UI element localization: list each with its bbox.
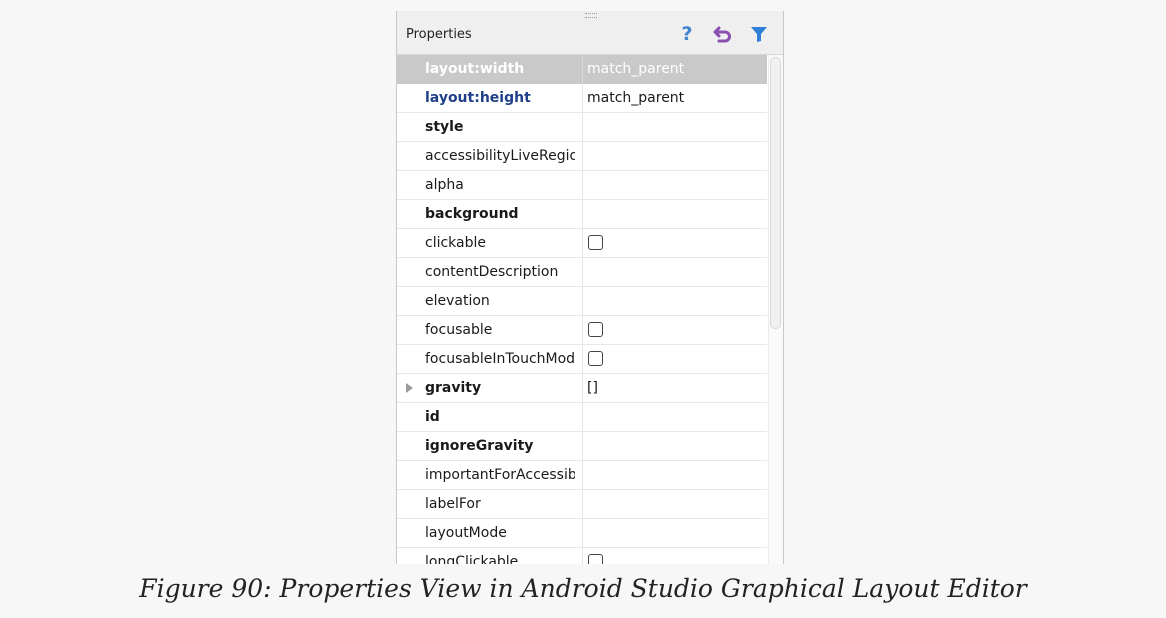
property-row[interactable]: focusableInTouchMode bbox=[397, 345, 767, 374]
property-name: contentDescription bbox=[425, 264, 559, 280]
property-checkbox[interactable] bbox=[588, 554, 603, 564]
property-row[interactable]: contentDescription bbox=[397, 258, 767, 287]
property-name: layoutMode bbox=[425, 525, 507, 541]
column-divider bbox=[582, 113, 583, 141]
property-name: alpha bbox=[425, 177, 464, 193]
property-name: gravity bbox=[425, 380, 482, 396]
property-value[interactable] bbox=[587, 258, 763, 286]
column-divider bbox=[582, 84, 583, 112]
property-value[interactable] bbox=[587, 461, 763, 489]
column-divider bbox=[582, 432, 583, 460]
figure-caption: Figure 90: Properties View in Android St… bbox=[139, 574, 1027, 603]
property-value[interactable] bbox=[587, 403, 763, 431]
properties-panel: Properties ? layout:width match_parent lay… bbox=[396, 11, 784, 564]
column-divider bbox=[582, 200, 583, 228]
property-row[interactable]: background bbox=[397, 200, 767, 229]
property-row[interactable]: layoutMode bbox=[397, 519, 767, 548]
property-row[interactable]: longClickable bbox=[397, 548, 767, 564]
property-name: focusableInTouchMode bbox=[425, 351, 575, 367]
property-name: ignoreGravity bbox=[425, 438, 534, 454]
drag-handle[interactable] bbox=[585, 13, 597, 18]
property-value[interactable] bbox=[587, 432, 763, 460]
property-name: background bbox=[425, 206, 519, 222]
property-row[interactable]: id bbox=[397, 403, 767, 432]
property-value[interactable] bbox=[587, 171, 763, 199]
property-checkbox[interactable] bbox=[588, 235, 603, 250]
property-row[interactable]: labelFor bbox=[397, 490, 767, 519]
property-name: id bbox=[425, 409, 440, 425]
column-divider bbox=[582, 548, 583, 564]
property-value[interactable] bbox=[587, 490, 763, 518]
property-row[interactable]: style bbox=[397, 113, 767, 142]
panel-title: Properties bbox=[406, 27, 472, 42]
column-divider bbox=[582, 345, 583, 373]
property-name: focusable bbox=[425, 322, 493, 338]
properties-table: layout:width match_parent layout:height mat… bbox=[397, 55, 767, 564]
restore-default-icon[interactable] bbox=[713, 24, 733, 44]
property-name: clickable bbox=[425, 235, 487, 251]
filter-icon[interactable] bbox=[749, 24, 769, 44]
property-row[interactable]: alpha bbox=[397, 171, 767, 200]
vertical-scrollbar[interactable] bbox=[768, 55, 783, 564]
property-row[interactable]: layout:height match_parent bbox=[397, 84, 767, 113]
property-row[interactable]: importantForAccessibility bbox=[397, 461, 767, 490]
column-divider bbox=[582, 171, 583, 199]
property-row[interactable]: gravity [] bbox=[397, 374, 767, 403]
property-name: longClickable bbox=[425, 554, 519, 564]
property-row[interactable]: layout:width match_parent bbox=[397, 55, 767, 84]
column-divider bbox=[582, 316, 583, 344]
properties-header: Properties ? bbox=[397, 11, 783, 55]
property-value[interactable]: [] bbox=[587, 374, 763, 402]
column-divider bbox=[582, 374, 583, 402]
scroll-thumb[interactable] bbox=[770, 57, 781, 329]
property-row[interactable]: ignoreGravity bbox=[397, 432, 767, 461]
property-row[interactable]: focusable bbox=[397, 316, 767, 345]
property-value[interactable]: match_parent bbox=[587, 55, 763, 83]
column-divider bbox=[582, 142, 583, 170]
property-name: accessibilityLiveRegion bbox=[425, 148, 575, 164]
property-name: elevation bbox=[425, 293, 490, 309]
help-icon[interactable]: ? bbox=[677, 23, 697, 45]
column-divider bbox=[582, 403, 583, 431]
property-name: labelFor bbox=[425, 496, 481, 512]
column-divider bbox=[582, 461, 583, 489]
property-name: layout:height bbox=[425, 90, 531, 106]
property-row[interactable]: clickable bbox=[397, 229, 767, 258]
property-checkbox[interactable] bbox=[588, 322, 603, 337]
property-value[interactable] bbox=[587, 142, 763, 170]
property-name: importantForAccessibility bbox=[425, 467, 575, 483]
property-name: layout:width bbox=[425, 61, 525, 77]
property-value[interactable]: match_parent bbox=[587, 84, 763, 112]
property-checkbox[interactable] bbox=[588, 351, 603, 366]
property-value[interactable] bbox=[587, 200, 763, 228]
column-divider bbox=[582, 258, 583, 286]
property-name: style bbox=[425, 119, 464, 135]
expand-arrow-icon[interactable] bbox=[406, 383, 413, 393]
column-divider bbox=[582, 229, 583, 257]
column-divider bbox=[582, 55, 583, 83]
column-divider bbox=[582, 490, 583, 518]
column-divider bbox=[582, 287, 583, 315]
property-row[interactable]: accessibilityLiveRegion bbox=[397, 142, 767, 171]
property-value[interactable] bbox=[587, 519, 763, 547]
property-value[interactable] bbox=[587, 113, 763, 141]
column-divider bbox=[582, 519, 583, 547]
property-value[interactable] bbox=[587, 287, 763, 315]
property-row[interactable]: elevation bbox=[397, 287, 767, 316]
